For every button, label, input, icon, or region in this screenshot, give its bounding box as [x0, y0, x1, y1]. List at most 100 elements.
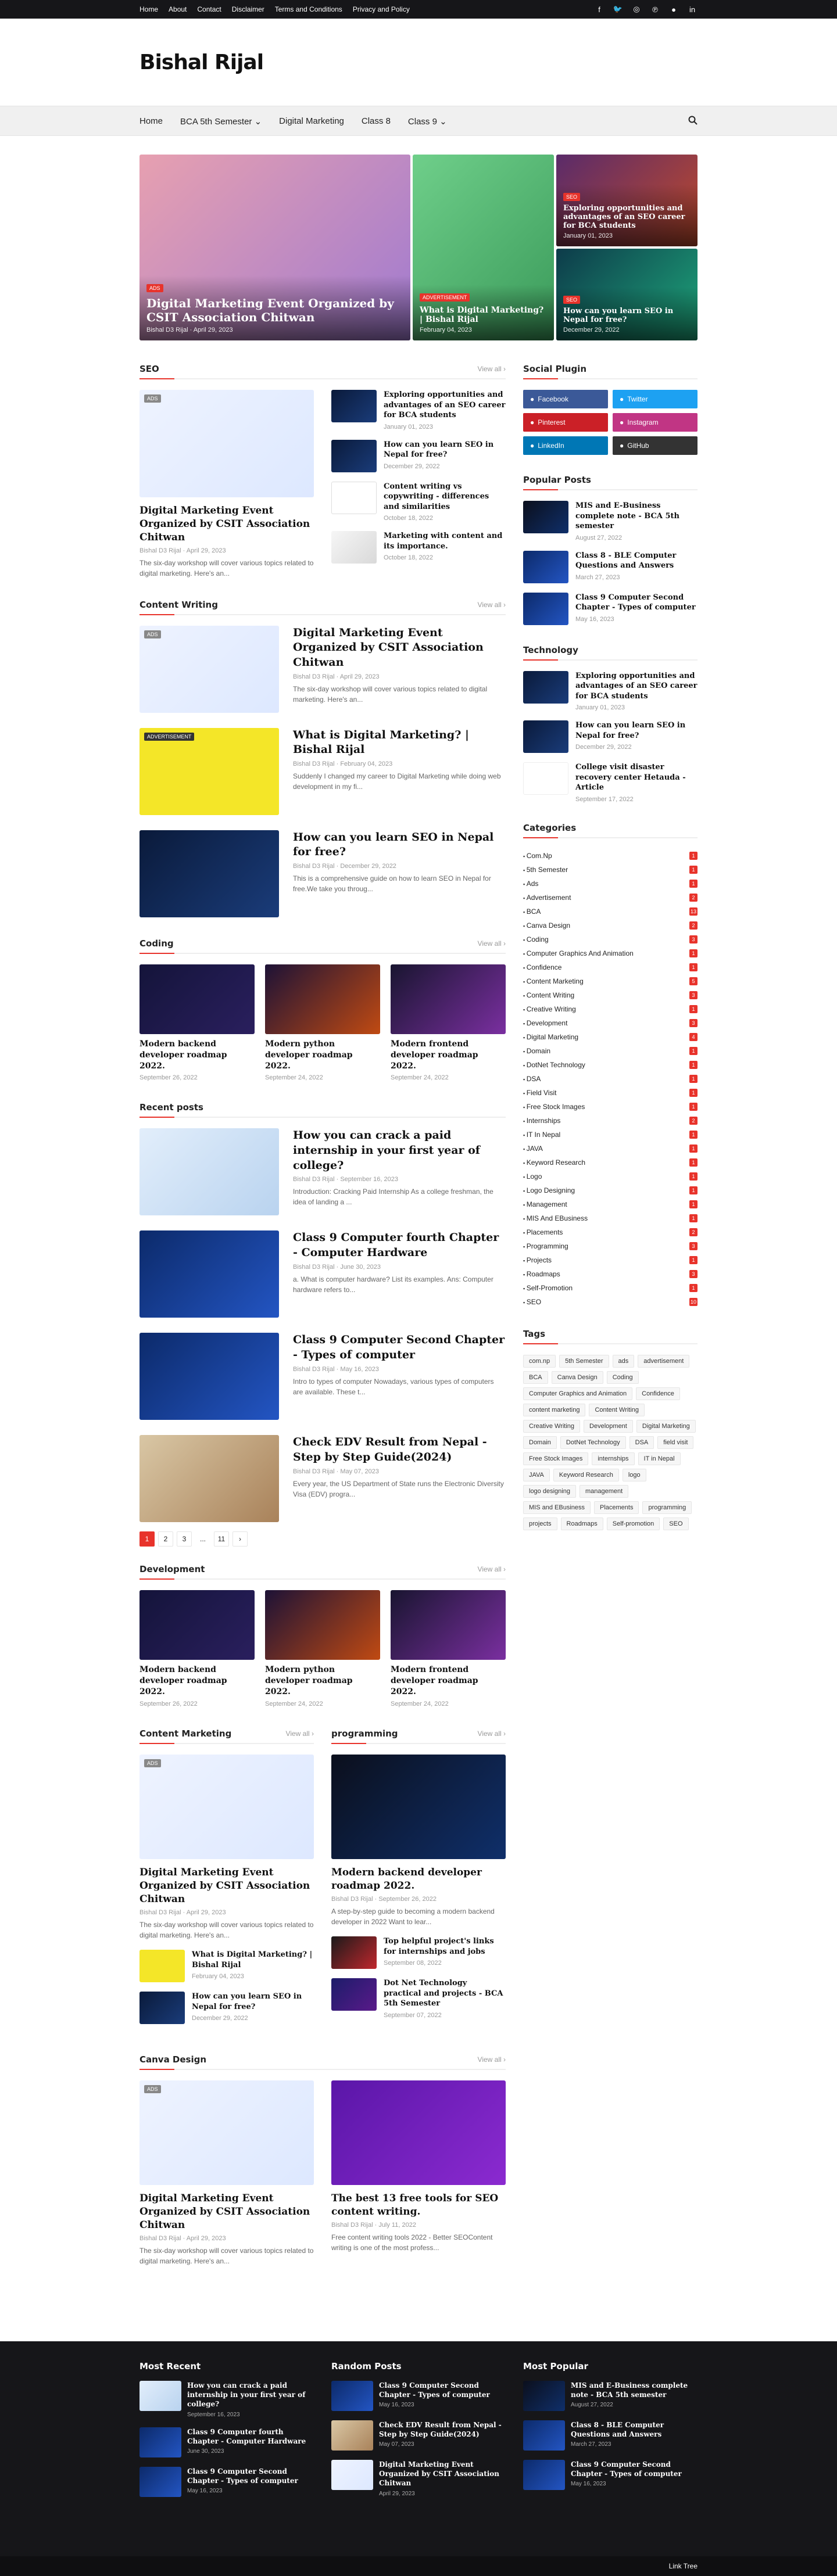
post-thumbnail[interactable]: [265, 964, 380, 1034]
tag-chip[interactable]: logo designing: [523, 1484, 576, 1498]
social-button-pinterest[interactable]: ● Pinterest: [523, 413, 608, 432]
hero-bottom-right-title[interactable]: How can you learn SEO in Nepal for free?: [563, 307, 691, 324]
category-item[interactable]: Keyword Research 1: [523, 1156, 698, 1169]
post-thumbnail[interactable]: [331, 1936, 377, 1969]
view-all-link[interactable]: View all ›: [478, 1730, 506, 1738]
category-item[interactable]: Self-Promotion 1: [523, 1281, 698, 1295]
post-thumbnail[interactable]: [140, 1435, 279, 1523]
category-item[interactable]: Confidence 1: [523, 960, 698, 974]
social-button-instagram[interactable]: ● Instagram: [613, 413, 698, 432]
hero-mid-card[interactable]: Advertisement What is Digital Marketing?…: [413, 155, 554, 340]
instagram-icon[interactable]: ◎: [631, 4, 642, 15]
nav-class-8[interactable]: Class 8: [362, 116, 391, 127]
category-item[interactable]: DSA 1: [523, 1072, 698, 1086]
social-button-facebook[interactable]: ● Facebook: [523, 390, 608, 408]
post-thumbnail[interactable]: [391, 964, 506, 1034]
category-item[interactable]: Field Visit 1: [523, 1086, 698, 1100]
post-title[interactable]: Class 8 - BLE Computer Questions and Ans…: [575, 551, 698, 571]
post-title[interactable]: Class 9 Computer fourth Chapter - Comput…: [187, 2427, 314, 2446]
tag-chip[interactable]: BCA: [523, 1370, 548, 1384]
view-all-link[interactable]: View all ›: [478, 939, 506, 948]
post-thumbnail[interactable]: [523, 720, 568, 754]
tag-chip[interactable]: JAVA: [523, 1468, 550, 1481]
search-icon[interactable]: [688, 116, 698, 128]
post-thumbnail[interactable]: [523, 592, 568, 625]
category-item[interactable]: Ads 1: [523, 877, 698, 891]
post-title[interactable]: Modern frontend developer roadmap 2022.: [391, 1039, 506, 1072]
post-thumbnail[interactable]: [331, 531, 377, 564]
tag-chip[interactable]: Development: [584, 1419, 633, 1433]
next-page-button[interactable]: ›: [233, 1531, 248, 1547]
post-thumbnail[interactable]: [140, 1230, 279, 1318]
nav-home[interactable]: Home: [140, 116, 163, 127]
tag-chip[interactable]: Coding: [606, 1370, 639, 1384]
post-thumbnail[interactable]: [331, 2460, 373, 2490]
top-link-privacy[interactable]: Privacy and Policy: [353, 5, 410, 13]
post-title[interactable]: MIS and E-Business complete note - BCA 5…: [575, 501, 698, 532]
post-title[interactable]: Marketing with content and its importanc…: [384, 531, 506, 551]
post-title[interactable]: Digital Marketing Event Organized by CSI…: [293, 626, 506, 670]
top-link-disclaimer[interactable]: Disclaimer: [232, 5, 264, 13]
social-button-twitter[interactable]: ● Twitter: [613, 390, 698, 408]
tag-chip[interactable]: ads: [612, 1354, 635, 1368]
post-thumbnail[interactable]: [140, 2381, 181, 2411]
post-thumbnail[interactable]: [331, 481, 377, 514]
post-thumbnail[interactable]: ads: [140, 2080, 314, 2185]
post-title[interactable]: Exploring opportunities and advantages o…: [575, 671, 698, 702]
tag-chip[interactable]: field visit: [657, 1436, 694, 1449]
post-thumbnail[interactable]: [140, 1128, 279, 1216]
category-item[interactable]: Logo Designing 1: [523, 1183, 698, 1197]
social-button-github[interactable]: ● GitHub: [613, 436, 698, 455]
tag-chip[interactable]: Keyword Research: [553, 1468, 619, 1481]
category-item[interactable]: Canva Design 2: [523, 919, 698, 932]
hero-top-right-card[interactable]: SEO Exploring opportunities and advantag…: [556, 155, 698, 246]
view-all-link[interactable]: View all ›: [478, 365, 506, 373]
post-thumbnail[interactable]: [140, 830, 279, 917]
tag-chip[interactable]: DSA: [629, 1436, 654, 1449]
nav-class-9[interactable]: Class 9 ⌄: [408, 116, 447, 127]
view-all-link[interactable]: View all ›: [286, 1730, 314, 1738]
tag-chip[interactable]: IT in Nepal: [638, 1452, 681, 1465]
category-item[interactable]: Com.Np 1: [523, 849, 698, 863]
category-item[interactable]: Programming 3: [523, 1239, 698, 1253]
top-link-about[interactable]: About: [169, 5, 187, 13]
tag-chip[interactable]: advertisement: [638, 1354, 690, 1368]
post-title[interactable]: Modern python developer roadmap 2022.: [265, 1664, 380, 1698]
tag-chip[interactable]: Canva Design: [551, 1370, 603, 1384]
post-title[interactable]: College visit disaster recovery center H…: [575, 762, 698, 793]
post-title[interactable]: What is Digital Marketing? | Bishal Rija…: [192, 1950, 314, 1970]
post-title[interactable]: How can you learn SEO in Nepal for free?: [384, 440, 506, 460]
post-thumbnail[interactable]: [523, 670, 568, 704]
post-title[interactable]: Modern backend developer roadmap 2022.: [140, 1039, 255, 1072]
category-item[interactable]: Creative Writing 1: [523, 1002, 698, 1016]
post-thumbnail[interactable]: [140, 2427, 181, 2457]
post-title[interactable]: Class 9 Computer Second Chapter - Types …: [187, 2467, 314, 2485]
category-item[interactable]: Internships 2: [523, 1114, 698, 1128]
post-thumbnail[interactable]: ads: [140, 1755, 314, 1860]
post-title[interactable]: Content writing vs copywriting - differe…: [384, 482, 506, 512]
category-item[interactable]: IT In Nepal 1: [523, 1128, 698, 1142]
tag-chip[interactable]: logo: [622, 1468, 646, 1481]
post-title[interactable]: Digital Marketing Event Organized by CSI…: [140, 1866, 314, 1906]
post-thumbnail[interactable]: [523, 501, 568, 533]
post-title[interactable]: Modern python developer roadmap 2022.: [265, 1039, 380, 1072]
post-thumbnail[interactable]: [523, 2460, 565, 2490]
category-item[interactable]: Domain 1: [523, 1044, 698, 1058]
post-title[interactable]: How can you learn SEO in Nepal for free?: [575, 720, 698, 741]
nav-digital-marketing[interactable]: Digital Marketing: [279, 116, 344, 127]
post-title[interactable]: How can you learn SEO in Nepal for free?: [293, 830, 506, 860]
post-thumbnail[interactable]: [140, 1333, 279, 1420]
tag-chip[interactable]: content marketing: [523, 1403, 586, 1416]
tag-chip[interactable]: Roadmaps: [560, 1517, 603, 1530]
post-title[interactable]: Digital Marketing Event Organized by CSI…: [140, 2192, 314, 2232]
hero-bottom-right-card[interactable]: SEO How can you learn SEO in Nepal for f…: [556, 249, 698, 340]
tag-chip[interactable]: com.np: [523, 1354, 556, 1368]
tag-chip[interactable]: Free Stock Images: [523, 1452, 589, 1465]
facebook-icon[interactable]: f: [594, 4, 604, 15]
page-1-button[interactable]: 1: [140, 1531, 155, 1547]
tag-chip[interactable]: internships: [592, 1452, 635, 1465]
post-title[interactable]: Top helpful project's links for internsh…: [384, 1936, 506, 1957]
category-item[interactable]: Advertisement 2: [523, 891, 698, 905]
post-thumbnail[interactable]: [523, 2381, 565, 2411]
post-tag[interactable]: ads: [144, 394, 161, 403]
